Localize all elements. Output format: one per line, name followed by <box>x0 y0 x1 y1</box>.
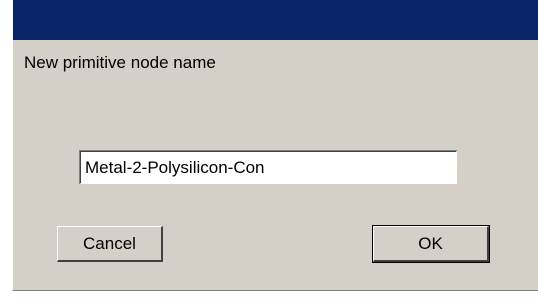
dialog-titlebar[interactable] <box>13 0 538 40</box>
node-name-input[interactable] <box>79 150 457 184</box>
name-prompt-label: New primitive node name <box>24 53 216 72</box>
cancel-button[interactable]: Cancel <box>57 226 163 262</box>
new-node-dialog: New primitive node name Cancel OK <box>12 0 538 291</box>
ok-button[interactable]: OK <box>373 226 489 262</box>
